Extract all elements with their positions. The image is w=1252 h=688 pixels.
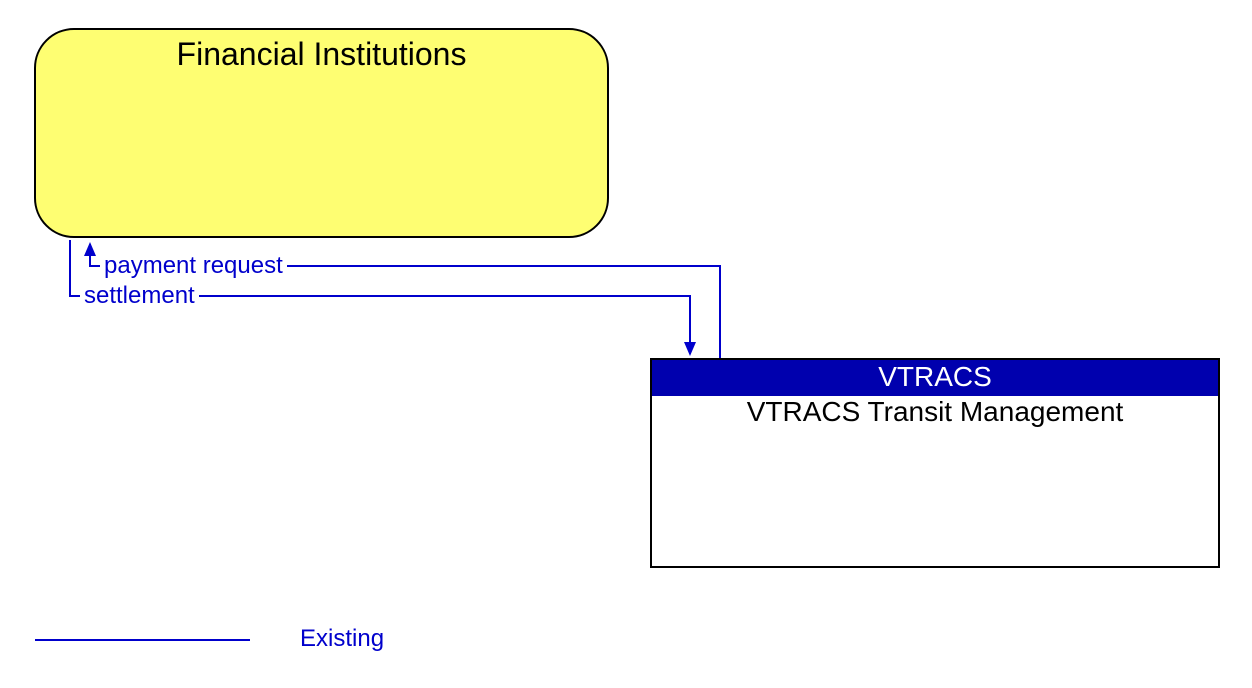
node-financial-institutions-title: Financial Institutions: [36, 36, 607, 73]
flow-settlement-label: settlement: [80, 282, 199, 310]
node-vtracs-subtitle: VTRACS Transit Management: [652, 396, 1218, 428]
flow-payment-request-label: payment request: [100, 252, 287, 280]
diagram-canvas: payment request settlement Financial Ins…: [0, 0, 1252, 688]
legend-existing-label: Existing: [300, 625, 384, 653]
node-vtracs-header: VTRACS: [652, 360, 1218, 396]
node-financial-institutions: Financial Institutions: [34, 28, 609, 238]
node-vtracs: VTRACS VTRACS Transit Management: [650, 358, 1220, 568]
